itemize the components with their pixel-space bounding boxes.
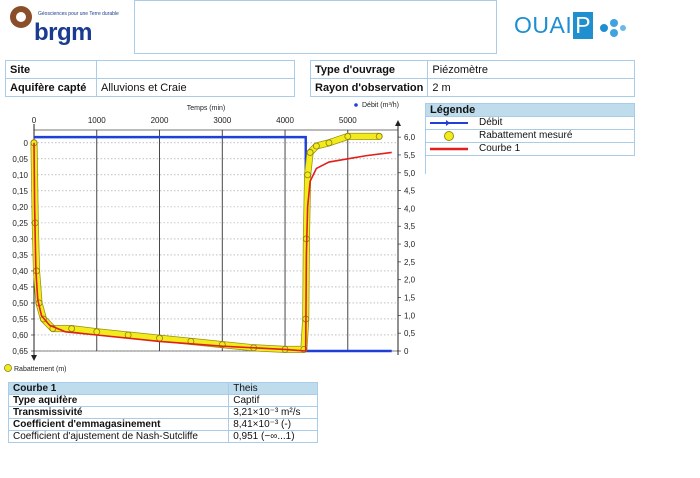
y-right-tick-label: 4,0 — [404, 204, 416, 213]
x-tick-label: 1000 — [88, 116, 106, 125]
x-tick-label: 3000 — [213, 116, 231, 125]
y-left-tick-label: 0,55 — [12, 315, 28, 324]
y-left-tick-label: 0,25 — [12, 219, 28, 228]
series-rabattement-point — [313, 142, 320, 150]
table-row: Type aquifère Captif — [7, 394, 318, 407]
drawdown-chart: 0 0,05 0,10 0,15 0,20 0,25 0,30 0,35 0,40 0,45 0,5… — [4, 102, 416, 373]
results-curve-label: Courbe 1 — [7, 382, 230, 395]
brgm-wordmark: brgm — [34, 19, 93, 46]
results-row-value: 3,21×10⁻³ m²/s — [228, 406, 318, 419]
rayon-value: 2 m — [427, 78, 635, 97]
results-curve-method: Theis — [228, 382, 318, 395]
y-right-tick-label: 5,0 — [404, 169, 416, 178]
table-row: Transmissivité 3,21×10⁻³ m²/s — [7, 406, 318, 419]
y-right-tick-label: 2,0 — [404, 276, 416, 285]
x-tick-label: 4000 — [276, 116, 294, 125]
y-left-tick-label: 0 — [24, 139, 29, 148]
results-row-value: 8,41×10⁻³ (-) — [228, 418, 318, 431]
series-rabattement-point — [304, 171, 312, 179]
series-rabattement-point — [156, 334, 163, 342]
table-row: Coefficient d'emmagasinement 8,41×10⁻³ (… — [7, 418, 318, 431]
y-left-tick-label: 0,15 — [12, 187, 28, 196]
y-left-tick-label: 0,20 — [12, 203, 28, 212]
left-axis-arrow-icon — [31, 355, 37, 361]
legend-item-rabattement: Rabattement mesuré — [425, 130, 635, 143]
results-row-value: Captif — [228, 394, 318, 407]
results-row-value: 0,951 (−∞...1) — [228, 430, 318, 443]
rabattement-marker-icon — [4, 364, 12, 372]
y-left-tick-label: 0,45 — [12, 283, 28, 292]
aquifer-value: Alluvions et Craie — [96, 78, 295, 97]
right-axis-arrow-icon — [395, 120, 401, 126]
legend-label-courbe: Courbe 1 — [479, 143, 521, 154]
y-right-axis-label: Débit (m³/h) — [362, 102, 399, 109]
y-left-tick-label: 0,05 — [12, 155, 28, 164]
results-row-label: Coefficient d'ajustement de Nash-Sutclif… — [7, 430, 230, 443]
results-table: Courbe 1 Theis Type aquifère Captif Tran… — [7, 382, 318, 443]
y-right-tick-label: 0,5 — [404, 329, 416, 338]
site-table: Site Aquifère capté Alluvions et Craie — [5, 60, 295, 97]
x-tick-label: 5000 — [339, 116, 357, 125]
results-row-label: Coefficient d'emmagasinement — [7, 418, 230, 431]
type-ouvrage-label: Type d'ouvrage — [309, 60, 429, 79]
series-rabattement-point — [93, 328, 101, 336]
x-axis-label: Temps (min) — [187, 105, 226, 112]
series-rabattement-point — [306, 149, 314, 156]
y-right-tick-label: 1,0 — [404, 311, 416, 320]
y-right-tick-label: 3,5 — [404, 222, 416, 231]
ouaip-logo-text: OUAI — [514, 12, 573, 38]
red-line-icon — [430, 147, 468, 151]
y-left-tick-label: 0,40 — [12, 267, 28, 276]
rayon-label: Rayon d'observation — [309, 78, 429, 97]
x-tick-label: 2000 — [151, 116, 169, 125]
x-tick-label: 0 — [32, 116, 37, 125]
y-right-tick-label: 5,5 — [404, 151, 416, 160]
y-right-tick-label: 2,5 — [404, 258, 416, 267]
aquifer-label: Aquifère capté — [5, 78, 97, 97]
water-drops-icon — [600, 19, 626, 37]
y-left-tick-label: 0,30 — [12, 235, 28, 244]
blue-line-icon — [430, 120, 468, 126]
series-rabattement-point — [68, 325, 76, 332]
legend: Légende Débit Rabattement mesuré Courbe … — [425, 103, 635, 174]
results-header-row: Courbe 1 Theis — [7, 382, 318, 395]
y-left-axis-label: Rabattement (m) — [14, 366, 67, 373]
legend-item-courbe: Courbe 1 — [425, 143, 635, 156]
series-rabattement-point — [375, 133, 383, 140]
results-row-label: Transmissivité — [7, 406, 230, 419]
type-ouvrage-value: Piézomètre — [427, 60, 635, 79]
legend-label-debit: Débit — [479, 117, 503, 128]
yellow-dot-icon — [444, 131, 454, 141]
legend-title: Légende — [425, 103, 635, 117]
debit-marker-icon — [354, 103, 358, 107]
y-right-tick-label: 1,5 — [404, 294, 416, 303]
header-title-box — [134, 0, 497, 54]
ouvrage-table: Type d'ouvrage Piézomètre Rayon d'observ… — [309, 60, 635, 97]
y-right-tick-label: 6,0 — [404, 133, 416, 142]
y-left-tick-label: 0,65 — [12, 347, 28, 356]
y-right-tick-label: 4,5 — [404, 187, 416, 196]
table-row: Coefficient d'ajustement de Nash-Sutclif… — [7, 430, 318, 443]
ouaip-logo-box-letter: P — [573, 12, 594, 39]
series-rabattement-point — [124, 331, 132, 339]
y-left-tick-label: 0,60 — [12, 331, 28, 340]
site-label: Site — [5, 60, 97, 79]
legend-item-debit: Débit — [425, 117, 635, 130]
legend-label-rabattement: Rabattement mesuré — [479, 130, 573, 141]
y-left-tick-label: 0,35 — [12, 251, 28, 260]
ouaip-logo: OUAI P — [514, 12, 594, 39]
y-right-tick-label: 0 — [404, 347, 409, 356]
brgm-logo-icon — [10, 6, 32, 28]
y-right-tick-label: 3,0 — [404, 240, 416, 249]
y-left-tick-label: 0,50 — [12, 299, 28, 308]
y-left-tick-label: 0,10 — [12, 171, 28, 180]
results-row-label: Type aquifère — [7, 394, 230, 407]
series-rabattement-point — [344, 133, 352, 140]
brgm-tagline: Géosciences pour une Terre durable — [38, 11, 119, 17]
series-rabattement-point — [325, 139, 333, 147]
plot-area — [33, 129, 399, 352]
site-value — [96, 60, 295, 79]
legend-empty-row — [425, 156, 635, 174]
